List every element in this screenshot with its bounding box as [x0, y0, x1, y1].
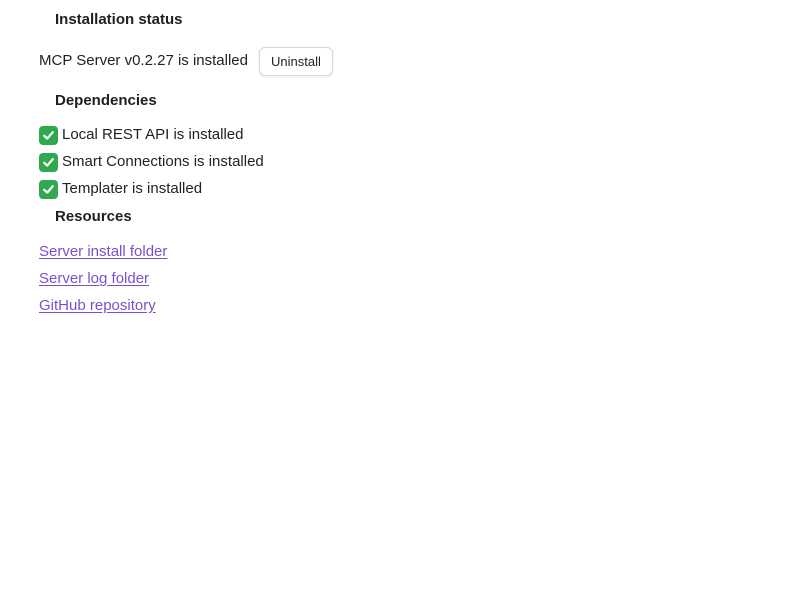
resources-heading: Resources — [55, 208, 132, 225]
dependency-label: Templater is installed — [62, 180, 203, 197]
installation-status-row: MCP Server v0.2.27 is installed Uninstal… — [39, 46, 333, 76]
settings-page: Installation status MCP Server v0.2.27 i… — [0, 0, 812, 598]
dependency-item: Templater is installed — [39, 179, 202, 199]
dependency-item: Local REST API is installed — [39, 125, 243, 145]
dependencies-heading: Dependencies — [55, 92, 157, 109]
dependency-label: Smart Connections is installed — [62, 153, 264, 170]
dependency-item: Smart Connections is installed — [39, 152, 264, 172]
github-repository-link[interactable]: GitHub repository — [39, 296, 156, 316]
installation-status-heading: Installation status — [55, 11, 183, 28]
server-log-folder-link[interactable]: Server log folder — [39, 269, 149, 289]
check-mark-icon — [39, 179, 58, 199]
installation-status-text: MCP Server v0.2.27 is installed — [39, 52, 248, 69]
server-install-folder-link[interactable]: Server install folder — [39, 242, 167, 262]
uninstall-button[interactable]: Uninstall — [258, 46, 333, 76]
check-mark-icon — [39, 152, 58, 172]
dependency-label: Local REST API is installed — [62, 126, 244, 143]
check-mark-icon — [39, 125, 58, 145]
